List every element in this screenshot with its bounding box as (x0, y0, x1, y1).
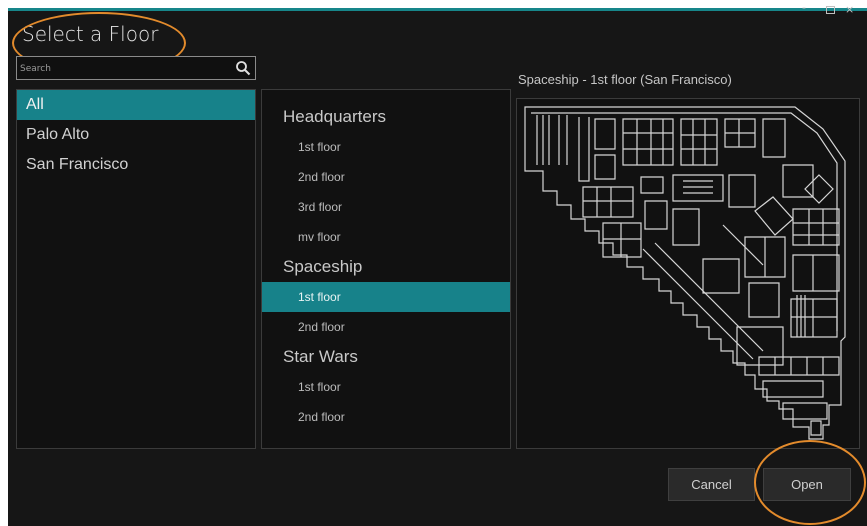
floor-item-starwars-2nd[interactable]: 2nd floor (262, 402, 510, 432)
floor-item-hq-2nd[interactable]: 2nd floor (262, 162, 510, 192)
open-button[interactable]: Open (763, 468, 851, 501)
location-item-san-francisco[interactable]: San Francisco (17, 150, 255, 180)
search-input[interactable] (20, 59, 225, 77)
floor-item-spaceship-1st[interactable]: 1st floor (262, 282, 510, 312)
group-headquarters: Headquarters (283, 107, 387, 126)
location-item-palo-alto[interactable]: Palo Alto (17, 120, 255, 150)
floor-list: Headquarters 1st floor 2nd floor 3rd flo… (261, 89, 511, 449)
floor-item-starwars-1st[interactable]: 1st floor (262, 372, 510, 402)
minimize-icon[interactable]: - (802, 2, 806, 14)
search-icon[interactable] (235, 60, 251, 76)
location-item-all[interactable]: All (17, 90, 255, 120)
group-spaceship: Spaceship (283, 257, 363, 276)
close-icon[interactable]: × (845, 4, 854, 16)
floor-item-hq-mv[interactable]: mv floor (262, 222, 510, 252)
floor-plan-image (524, 106, 846, 440)
group-star-wars: Star Wars (283, 347, 358, 366)
floor-plan-preview (516, 98, 860, 449)
maximize-icon[interactable] (826, 6, 835, 14)
cancel-button[interactable]: Cancel (668, 468, 755, 501)
floor-item-spaceship-2nd[interactable]: 2nd floor (262, 312, 510, 342)
floor-item-hq-3rd[interactable]: 3rd floor (262, 192, 510, 222)
location-list: All Palo Alto San Francisco (16, 89, 256, 449)
floor-item-hq-1st[interactable]: 1st floor (262, 132, 510, 162)
dialog-title: Select a Floor (22, 22, 159, 46)
floor-preview-title: Spaceship - 1st floor (San Francisco) (518, 72, 732, 87)
search-box (16, 56, 256, 80)
